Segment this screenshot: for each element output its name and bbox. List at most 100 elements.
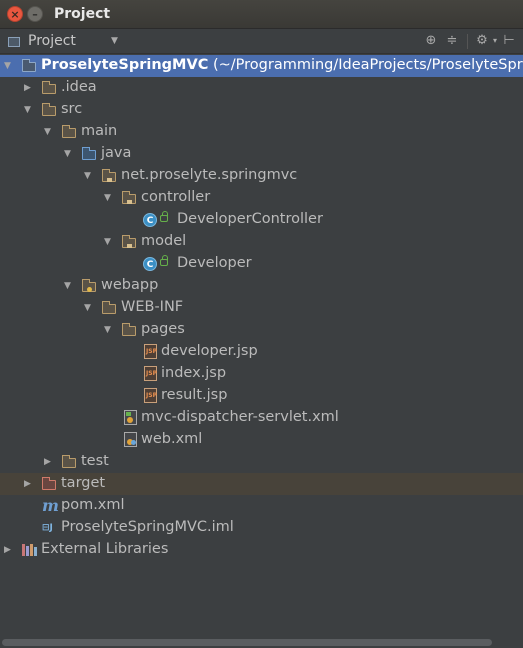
web-folder-icon	[82, 279, 97, 293]
collapsed-arrow-icon[interactable]: ▶	[44, 455, 54, 469]
expand-arrow-icon[interactable]: ▼	[64, 147, 74, 161]
tree-item-label: ProselyteSpringMVC.iml	[61, 519, 234, 535]
tree-item-label: target	[61, 475, 106, 491]
tree-item-label: Developer	[177, 255, 252, 271]
window-title: Project	[54, 6, 111, 22]
tree-row-pom-xml[interactable]: m pom.xml	[0, 495, 523, 517]
dropdown-arrow-icon: ▼	[111, 36, 118, 46]
web-xml-file-icon	[124, 432, 139, 447]
project-toolbar: Project ▼ ⊕ ≑ ⚙ ▾ ⊢	[0, 29, 523, 54]
tree-row-dispatcher-xml[interactable]: mvc-dispatcher-servlet.xml	[0, 407, 523, 429]
folder-icon	[62, 125, 77, 139]
hide-panel-icon[interactable]: ⊢	[501, 33, 517, 49]
tree-row-result-jsp[interactable]: JSP result.jsp	[0, 385, 523, 407]
source-folder-icon	[82, 147, 97, 161]
tree-item-label: main	[81, 123, 118, 139]
horizontal-scrollbar[interactable]	[0, 637, 523, 648]
module-file-icon: ⊟J	[42, 523, 53, 533]
collapse-all-icon[interactable]: ≑	[444, 33, 460, 49]
tree-item-label: java	[101, 145, 132, 161]
tree-row-target[interactable]: ▶ target	[0, 473, 523, 495]
tree-row-developer[interactable]: C Developer	[0, 253, 523, 275]
close-window-button[interactable]: ×	[7, 6, 23, 22]
tree-item-label: test	[81, 453, 109, 469]
root-path: (~/Programming/IdeaProjects/ProselyteSpr…	[212, 57, 523, 73]
project-view-icon	[8, 37, 20, 47]
tree-row-webapp[interactable]: ▼ webapp	[0, 275, 523, 297]
tree-row-src[interactable]: ▼ src	[0, 99, 523, 121]
tree-item-label: controller	[141, 189, 211, 205]
tree-row-main[interactable]: ▼ main	[0, 121, 523, 143]
tree-item-label: pom.xml	[61, 497, 125, 513]
folder-icon	[62, 455, 77, 469]
tree-item-label: model	[141, 233, 187, 249]
minimize-window-button[interactable]: –	[27, 6, 43, 22]
libraries-icon	[22, 543, 37, 557]
title-bar: × – Project	[0, 0, 523, 29]
tree-item-label: webapp	[101, 277, 159, 293]
module-folder-icon	[22, 59, 37, 73]
collapsed-arrow-icon[interactable]: ▶	[24, 81, 34, 95]
tree-row-package[interactable]: ▼ net.proselyte.springmvc	[0, 165, 523, 187]
root-name: ProselyteSpringMVC	[41, 57, 209, 73]
jsp-file-icon: JSP	[144, 344, 159, 359]
tree-row-controller[interactable]: ▼ controller	[0, 187, 523, 209]
package-icon	[102, 169, 117, 183]
tree-row-test[interactable]: ▶ test	[0, 451, 523, 473]
tree-row-root[interactable]: ▼ ProselyteSpringMVC (~/Programming/Idea…	[0, 55, 523, 77]
package-icon	[122, 235, 137, 249]
tree-row-java[interactable]: ▼ java	[0, 143, 523, 165]
folder-icon	[122, 323, 137, 337]
tree-row-idea[interactable]: ▶ .idea	[0, 77, 523, 99]
tree-row-iml[interactable]: ⊟J ProselyteSpringMVC.iml	[0, 517, 523, 539]
tree-item-label: developer.jsp	[161, 343, 258, 359]
scrollbar-thumb[interactable]	[2, 639, 492, 646]
tree-row-developercontroller[interactable]: C DeveloperController	[0, 209, 523, 231]
expand-arrow-icon[interactable]: ▼	[24, 103, 34, 117]
java-class-icon: C	[143, 255, 173, 271]
folder-icon	[42, 103, 57, 117]
expand-arrow-icon[interactable]: ▼	[44, 125, 54, 139]
expand-arrow-icon[interactable]: ▼	[104, 323, 114, 337]
spring-xml-file-icon	[124, 410, 139, 425]
tree-item-label: DeveloperController	[177, 211, 323, 227]
tree-row-developer-jsp[interactable]: JSP developer.jsp	[0, 341, 523, 363]
tree-item-label: ProselyteSpringMVC (~/Programming/IdeaPr…	[41, 57, 523, 73]
folder-icon	[42, 81, 57, 95]
tree-item-label: mvc-dispatcher-servlet.xml	[141, 409, 339, 425]
expand-arrow-icon[interactable]: ▼	[104, 235, 114, 249]
tree-row-web-inf[interactable]: ▼ WEB-INF	[0, 297, 523, 319]
excluded-folder-icon	[42, 477, 57, 491]
toolbar-separator	[467, 34, 468, 49]
tree-item-label: src	[61, 101, 83, 117]
folder-icon	[102, 301, 117, 315]
tree-row-index-jsp[interactable]: JSP index.jsp	[0, 363, 523, 385]
tree-item-label: web.xml	[141, 431, 203, 447]
tree-row-external-libraries[interactable]: ▶ External Libraries	[0, 539, 523, 561]
tree-row-web-xml[interactable]: web.xml	[0, 429, 523, 451]
jsp-file-icon: JSP	[144, 388, 159, 403]
expand-arrow-icon[interactable]: ▼	[84, 301, 94, 315]
tree-item-label: pages	[141, 321, 185, 337]
tree-item-label: .idea	[61, 79, 97, 95]
package-icon	[122, 191, 137, 205]
tree-item-label: index.jsp	[161, 365, 227, 381]
view-selector-dropdown[interactable]: Project ▼	[4, 32, 124, 51]
tree-row-pages[interactable]: ▼ pages	[0, 319, 523, 341]
expand-arrow-icon[interactable]: ▼	[64, 279, 74, 293]
tree-item-label: net.proselyte.springmvc	[121, 167, 298, 183]
maven-file-icon: m	[42, 496, 59, 515]
tree-row-model[interactable]: ▼ model	[0, 231, 523, 253]
tree-item-label: WEB-INF	[121, 299, 184, 315]
collapsed-arrow-icon[interactable]: ▶	[4, 543, 14, 557]
jsp-file-icon: JSP	[144, 366, 159, 381]
expand-arrow-icon[interactable]: ▼	[84, 169, 94, 183]
tree-item-label: result.jsp	[161, 387, 228, 403]
project-tree: ▼ ProselyteSpringMVC (~/Programming/Idea…	[0, 55, 523, 637]
scroll-from-source-icon[interactable]: ⊕	[423, 33, 439, 49]
expand-arrow-icon[interactable]: ▼	[104, 191, 114, 205]
view-selector-label: Project	[28, 33, 76, 49]
tree-item-label: External Libraries	[41, 541, 169, 557]
expand-arrow-icon[interactable]: ▼	[4, 59, 14, 73]
collapsed-arrow-icon[interactable]: ▶	[24, 477, 34, 491]
